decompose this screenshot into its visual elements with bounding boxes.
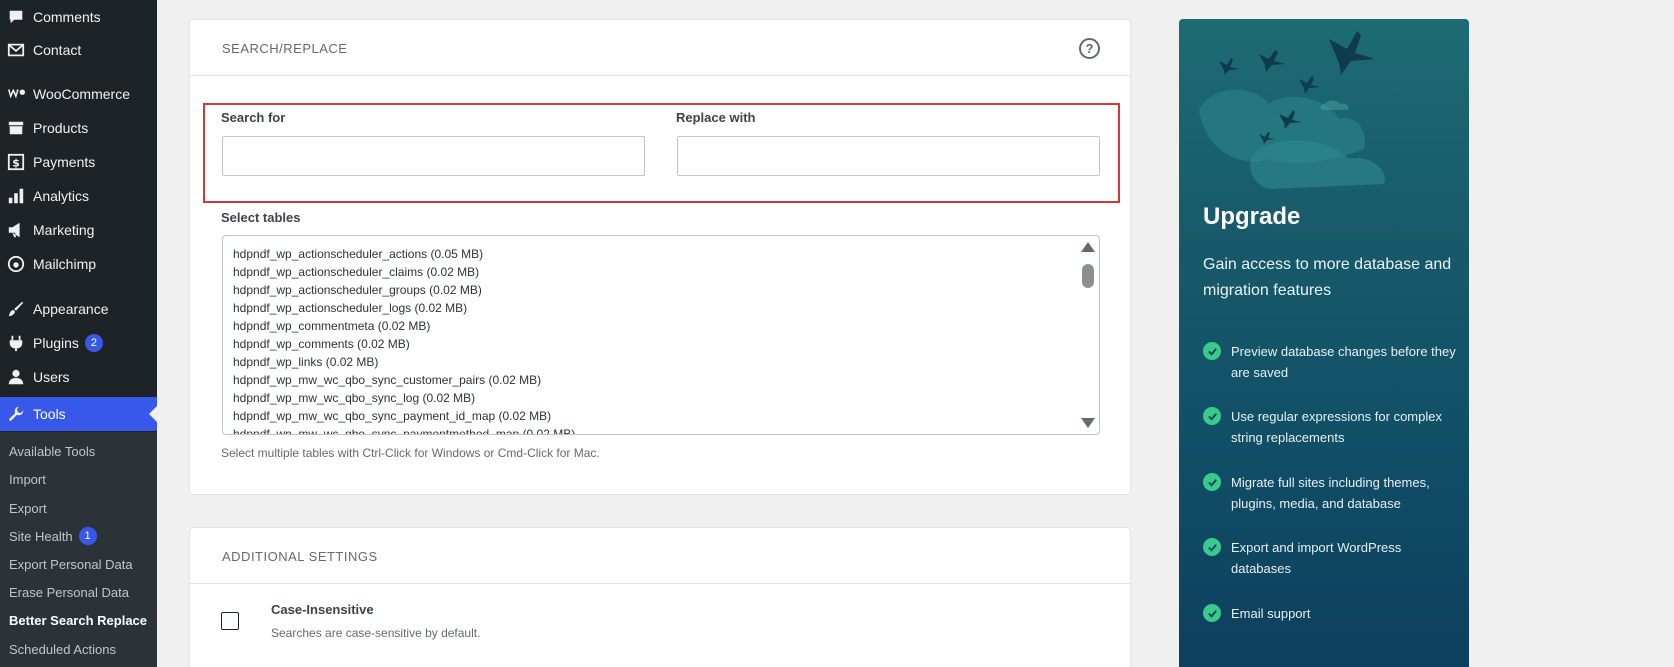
menu-item-label: Mailchimp xyxy=(33,256,97,272)
submenu-item-erase-personal-data[interactable]: Erase Personal Data xyxy=(9,582,129,602)
scrollbar-thumb[interactable] xyxy=(1082,264,1094,288)
menu-item-users[interactable]: Users xyxy=(0,360,157,394)
table-option[interactable]: hdpndf_wp_links (0.02 MB) xyxy=(233,355,378,369)
archive-icon xyxy=(6,118,26,138)
mailchimp-icon xyxy=(6,254,26,274)
feature-item: Export and import WordPress databases xyxy=(1203,537,1458,579)
help-icon[interactable]: ? xyxy=(1079,38,1100,59)
menu-item-label: Appearance xyxy=(33,301,109,317)
bar-chart-icon xyxy=(6,186,26,206)
tools-submenu: Available Tools Import Export Site Healt… xyxy=(0,432,157,667)
table-option[interactable]: hdpndf_wp_actionscheduler_claims (0.02 M… xyxy=(233,265,479,279)
feature-item: Preview database changes before they are… xyxy=(1203,341,1458,383)
menu-item-label: Plugins xyxy=(33,335,79,351)
submenu-item-import[interactable]: Import xyxy=(9,469,46,489)
submenu-item-scheduled-actions[interactable]: Scheduled Actions xyxy=(9,639,116,659)
admin-sidebar: Comments Contact WooCommerce Products $ … xyxy=(0,0,157,667)
menu-item-label: Contact xyxy=(33,42,82,58)
check-circle-icon xyxy=(1203,604,1221,622)
menu-item-plugins[interactable]: Plugins 2 xyxy=(0,326,157,360)
menu-item-payments[interactable]: $ Payments xyxy=(0,145,157,179)
menu-item-label: Payments xyxy=(33,154,96,170)
panel-header: ADDITIONAL SETTINGS xyxy=(190,528,1130,584)
mail-icon xyxy=(6,40,26,60)
submenu-item-better-search-replace[interactable]: Better Search Replace xyxy=(9,610,147,630)
plug-icon xyxy=(6,333,26,353)
upgrade-card: Upgrade Gain access to more database and… xyxy=(1179,19,1469,667)
wrench-icon xyxy=(6,404,26,424)
feature-text: Email support xyxy=(1231,606,1311,621)
menu-item-analytics[interactable]: Analytics xyxy=(0,179,157,213)
check-circle-icon xyxy=(1203,538,1221,556)
feature-text: Export and import WordPress databases xyxy=(1231,540,1402,576)
birds-clouds-illustration xyxy=(1199,31,1385,189)
menu-item-contact[interactable]: Contact xyxy=(0,33,157,67)
case-insensitive-label: Case-Insensitive xyxy=(271,602,374,617)
menu-item-comments[interactable]: Comments xyxy=(0,0,157,34)
table-option[interactable]: hdpndf_wp_mw_wc_qbo_sync_log (0.02 MB) xyxy=(233,391,475,405)
search-for-input[interactable] xyxy=(222,136,645,176)
menu-item-appearance[interactable]: Appearance xyxy=(0,292,157,326)
table-option[interactable]: hdpndf_wp_actionscheduler_actions (0.05 … xyxy=(233,247,483,261)
search-for-label: Search for xyxy=(221,110,286,125)
submenu-item-export-personal-data[interactable]: Export Personal Data xyxy=(9,554,133,574)
site-health-badge: 1 xyxy=(78,527,97,545)
dollar-icon: $ xyxy=(6,152,26,172)
submenu-item-label: Site Health xyxy=(9,528,73,544)
feature-text: Use regular expressions for complex stri… xyxy=(1231,409,1442,445)
feature-item: Migrate full sites including themes, plu… xyxy=(1203,472,1458,514)
menu-item-label: Users xyxy=(33,369,70,385)
feature-text: Preview database changes before they are… xyxy=(1231,344,1456,380)
select-tables-label: Select tables xyxy=(221,210,301,225)
menu-item-products[interactable]: Products xyxy=(0,111,157,145)
table-option[interactable]: hdpndf_wp_commentmeta (0.02 MB) xyxy=(233,319,430,333)
panel-title: SEARCH/REPLACE xyxy=(222,41,348,56)
menu-item-label: Marketing xyxy=(33,222,95,238)
table-option[interactable]: hdpndf_wp_actionscheduler_groups (0.02 M… xyxy=(233,283,482,297)
menu-item-tools[interactable]: Tools xyxy=(0,397,157,431)
paintbrush-icon xyxy=(6,299,26,319)
submenu-item-available-tools[interactable]: Available Tools xyxy=(9,441,95,461)
menu-item-label: Products xyxy=(33,120,89,136)
feature-item: Email support xyxy=(1203,603,1458,624)
feature-item: Use regular expressions for complex stri… xyxy=(1203,406,1458,448)
replace-with-input[interactable] xyxy=(677,136,1100,176)
submenu-item-export[interactable]: Export xyxy=(9,498,47,518)
comment-icon xyxy=(6,7,26,27)
menu-item-marketing[interactable]: Marketing xyxy=(0,213,157,247)
menu-item-label: Analytics xyxy=(33,188,90,204)
menu-item-label: Tools xyxy=(33,406,66,422)
menu-item-woocommerce[interactable]: WooCommerce xyxy=(0,77,157,111)
table-option[interactable]: hdpndf_wp_actionscheduler_logs (0.02 MB) xyxy=(233,301,467,315)
tables-hint: Select multiple tables with Ctrl-Click f… xyxy=(221,446,600,460)
table-option[interactable]: hdpndf_wp_mw_wc_qbo_sync_payment_id_map … xyxy=(233,409,551,423)
replace-with-label: Replace with xyxy=(676,110,756,125)
table-option[interactable]: hdpndf_wp_mw_wc_qbo_sync_paymentmethod_m… xyxy=(233,427,575,434)
table-option[interactable]: hdpndf_wp_comments (0.02 MB) xyxy=(233,337,410,351)
feature-text: Migrate full sites including themes, plu… xyxy=(1231,475,1430,511)
tables-select-list[interactable]: hdpndf_wp_actionscheduler_actions (0.05 … xyxy=(222,235,1100,435)
svg-text:$: $ xyxy=(12,157,20,170)
check-circle-icon xyxy=(1203,473,1221,491)
scroll-up-arrow-icon[interactable] xyxy=(1081,242,1095,252)
table-option[interactable]: hdpndf_wp_mw_wc_qbo_sync_customer_pairs … xyxy=(233,373,541,387)
menu-item-label: Comments xyxy=(33,9,101,25)
user-icon xyxy=(6,367,26,387)
upgrade-description: Gain access to more database and migrati… xyxy=(1203,256,1452,299)
case-insensitive-description: Searches are case-sensitive by default. xyxy=(271,626,481,640)
check-circle-icon xyxy=(1203,342,1221,360)
scroll-down-arrow-icon[interactable] xyxy=(1081,418,1095,428)
case-insensitive-checkbox[interactable] xyxy=(221,612,239,630)
menu-item-label: WooCommerce xyxy=(33,86,130,102)
upgrade-title: Upgrade xyxy=(1203,203,1301,230)
check-circle-icon xyxy=(1203,407,1221,425)
additional-settings-panel: ADDITIONAL SETTINGS xyxy=(189,527,1131,667)
submenu-item-site-health[interactable]: Site Health 1 xyxy=(9,526,97,546)
panel-header: SEARCH/REPLACE ? xyxy=(190,20,1130,76)
panel-title: ADDITIONAL SETTINGS xyxy=(222,549,378,564)
menu-item-mailchimp[interactable]: Mailchimp xyxy=(0,247,157,281)
update-count-badge: 2 xyxy=(84,334,103,352)
woocommerce-icon xyxy=(6,84,26,104)
megaphone-icon xyxy=(6,220,26,240)
